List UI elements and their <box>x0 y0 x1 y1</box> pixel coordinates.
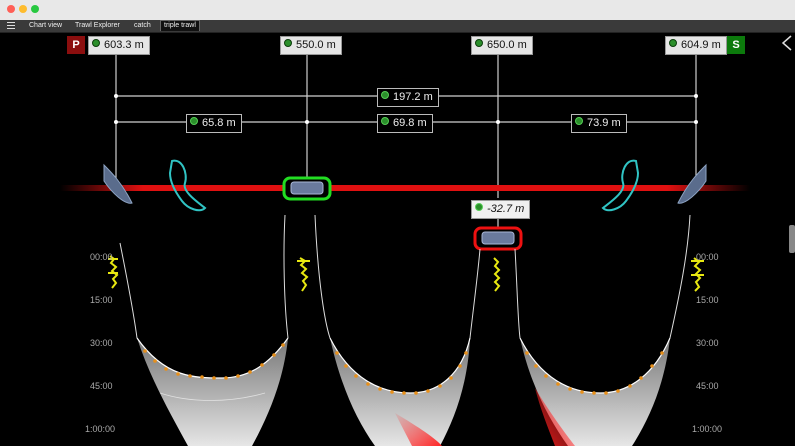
tab-trawl-explorer[interactable]: Trawl Explorer <box>72 21 123 31</box>
tab-catch[interactable]: catch <box>131 21 154 31</box>
net-left <box>119 214 289 446</box>
depth-label-left-1: 15:00 <box>90 295 113 305</box>
depth-label-right-4: 1:00:00 <box>692 424 723 434</box>
depth-label-left-3: 45:00 <box>90 381 113 391</box>
port-door-depth-value: 603.3 m <box>104 39 144 51</box>
depth-label-right-2: 30:00 <box>696 338 719 348</box>
clump-height-difference-label[interactable]: -32.7 m <box>471 200 531 219</box>
distance-nodes <box>114 94 698 190</box>
status-led-icon <box>190 117 198 125</box>
status-led-icon <box>475 203 483 211</box>
right-clump-depth-value: 650.0 m <box>487 39 527 51</box>
tab-bar: Chart view Trawl Explorer catch triple t… <box>0 20 795 33</box>
status-led-icon <box>669 39 677 47</box>
warp-line <box>60 185 750 191</box>
tab-triple-trawl[interactable]: triple trawl <box>160 20 200 31</box>
clump-height-difference-value: -32.7 m <box>487 203 525 215</box>
right-clump-depth-label[interactable]: 650.0 m <box>471 36 533 55</box>
left-spread-label[interactable]: 65.8 m <box>186 114 242 133</box>
status-led-icon <box>284 39 292 47</box>
depth-label-left-2: 30:00 <box>90 338 113 348</box>
port-door-icon <box>103 163 133 204</box>
status-led-icon <box>381 91 389 99</box>
left-spread-value: 65.8 m <box>202 117 236 129</box>
depth-label-left-0: 00:00 <box>90 252 113 262</box>
center-spread-label[interactable]: 69.8 m <box>377 114 433 133</box>
status-led-icon <box>475 39 483 47</box>
status-led-icon <box>381 117 389 125</box>
scroll-handle[interactable] <box>789 225 795 253</box>
tab-chart-view[interactable]: Chart view <box>26 21 65 31</box>
left-clump-depth-label[interactable]: 550.0 m <box>280 36 342 55</box>
center-spread-value: 69.8 m <box>393 117 427 129</box>
left-clump-depth-value: 550.0 m <box>296 39 336 51</box>
trawl-view: P 603.3 m 550.0 m 650.0 m 604.9 m S 197.… <box>0 33 795 446</box>
right-spread-value: 73.9 m <box>587 117 621 129</box>
minimize-window-button[interactable] <box>19 5 27 13</box>
starboard-door-depth-label[interactable]: 604.9 m <box>665 36 727 55</box>
depth-label-right-1: 15:00 <box>696 295 719 305</box>
status-led-icon <box>575 117 583 125</box>
maximize-window-button[interactable] <box>31 5 39 13</box>
starboard-door-icon <box>677 163 707 204</box>
total-door-spread-value: 197.2 m <box>393 91 433 103</box>
chevron-left-icon[interactable] <box>781 35 793 51</box>
window-titlebar <box>0 0 795 21</box>
depth-label-left-4: 1:00:00 <box>85 424 116 434</box>
starboard-door-depth-value: 604.9 m <box>681 39 721 51</box>
port-tag: P <box>67 36 85 54</box>
net-center <box>314 214 481 446</box>
right-spread-label[interactable]: 73.9 m <box>571 114 627 133</box>
total-door-spread-label[interactable]: 197.2 m <box>377 88 439 107</box>
close-window-button[interactable] <box>7 5 15 13</box>
catch-sensor-traces <box>108 255 704 292</box>
menu-icon[interactable] <box>7 22 15 29</box>
depth-label-right-0: 00:00 <box>696 252 719 262</box>
depth-label-right-3: 45:00 <box>696 381 719 391</box>
port-door-depth-label[interactable]: 603.3 m <box>88 36 150 55</box>
status-led-icon <box>92 39 100 47</box>
net-right <box>514 214 691 446</box>
starboard-tag: S <box>727 36 745 54</box>
